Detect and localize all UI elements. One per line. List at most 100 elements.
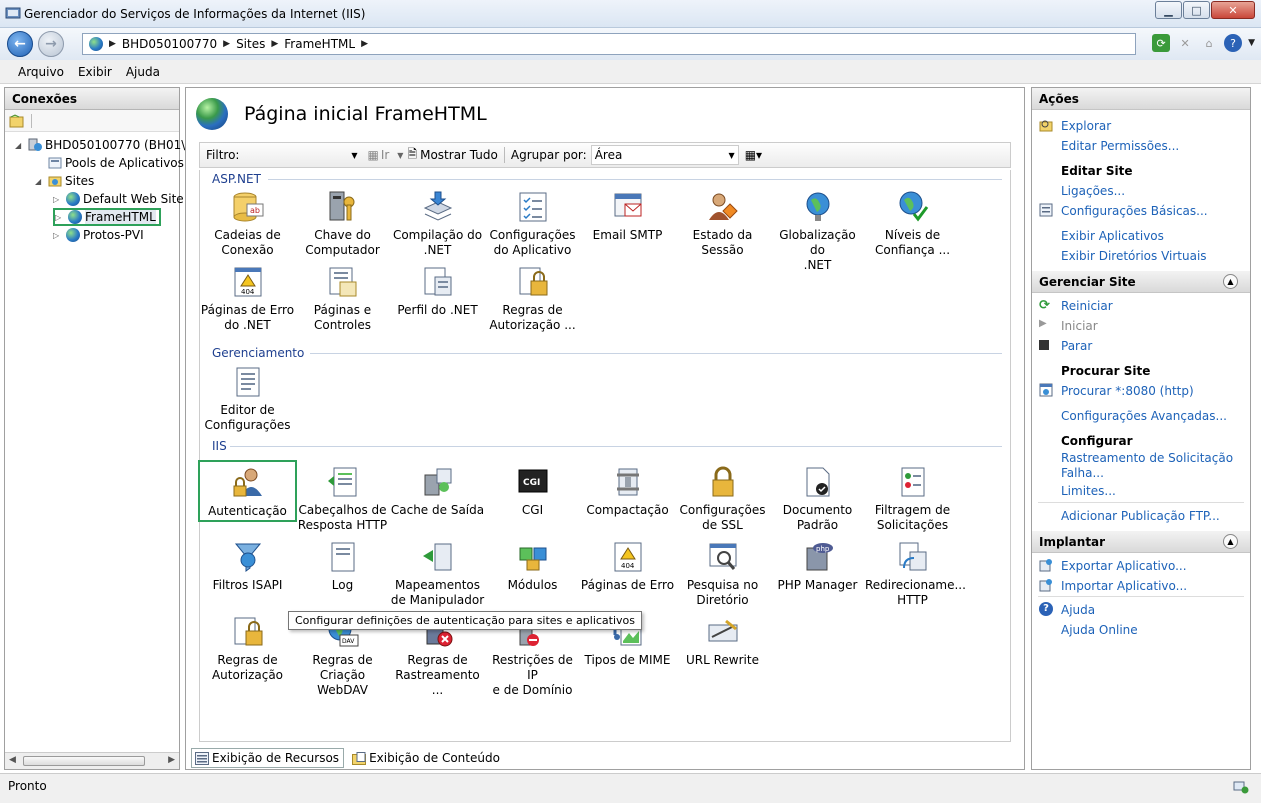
feature-output-caching[interactable]: Cache de Saída [390,465,485,518]
action-adicionar-ftp[interactable]: Adicionar Publicação FTP... [1061,509,1220,523]
tree-node-framehtml[interactable]: ▷ FrameHTML [53,208,161,226]
feature-trust-levels[interactable]: Níveis de Confiança ... [865,190,960,258]
action-procurar-8080[interactable]: Procurar *:8080 (http) [1061,384,1194,398]
view-mode-icon[interactable]: ▦▾ [745,148,762,162]
tree-node-app-pools[interactable]: Pools de Aplicativos [35,154,184,172]
go-button[interactable]: Ir [381,148,389,162]
view-tabs: Exibição de Recursos Exibição de Conteúd… [191,748,505,768]
close-button[interactable]: ✕ [1211,1,1255,19]
group-by-select[interactable]: Área ▼ [590,145,739,165]
action-explorar[interactable]: Explorar [1061,119,1111,133]
feature-session-state[interactable]: Estado da Sessão [675,190,770,258]
action-ajuda-online[interactable]: Ajuda Online [1061,623,1138,637]
breadcrumb-sites[interactable]: Sites [236,37,265,51]
go-icon[interactable]: ▦ [367,148,378,162]
action-rastreamento[interactable]: Rastreamento de Solicitação [1061,451,1233,465]
tree-node-sites[interactable]: ◢ Sites [35,172,94,190]
home-icon[interactable]: ⌂ [1200,34,1218,52]
feature-app-settings[interactable]: Configurações do Aplicativo [485,190,580,258]
collapse-icon[interactable]: ◢ [35,177,45,186]
feature-url-rewrite[interactable]: URL Rewrite [675,615,770,668]
tree-node-protos-pvi[interactable]: ▷ Protos-PVI [53,226,144,244]
feature-authentication[interactable]: Autenticação [198,460,297,522]
feature-http-redirect[interactable]: Redirecioname... HTTP [865,540,966,608]
action-iniciar[interactable]: Iniciar [1061,319,1098,333]
horizontal-scrollbar[interactable]: ◀ ▶ [5,752,179,769]
action-importar[interactable]: Importar Aplicativo... [1061,579,1187,593]
feature-error-pages[interactable]: 404 Páginas de Erro [580,540,675,593]
new-connection-icon[interactable] [9,113,25,128]
scroll-left-icon[interactable]: ◀ [9,755,16,765]
action-reiniciar[interactable]: Reiniciar [1061,299,1113,313]
feature-net-authorization-rules[interactable]: Regras de Autorização ... [485,265,580,333]
feature-smtp-email[interactable]: Email SMTP [580,190,675,243]
action-exibir-diretorios[interactable]: Exibir Diretórios Virtuais [1061,249,1207,263]
scroll-right-icon[interactable]: ▶ [168,755,175,765]
action-config-basicas[interactable]: Configurações Básicas... [1061,204,1208,218]
feature-logging[interactable]: Log [295,540,390,593]
address-bar[interactable]: ▶ BHD050100770 ▶ Sites ▶ FrameHTML ▶ [82,33,1136,55]
feature-net-globalization[interactable]: Globalização do .NET [770,190,865,273]
feature-configuration-editor[interactable]: Editor de Configurações [200,365,295,433]
action-config-avancadas[interactable]: Configurações Avançadas... [1061,409,1227,423]
feature-isapi-filters[interactable]: Filtros ISAPI [200,540,295,593]
feature-compression[interactable]: Compactação [580,465,675,518]
menu-arquivo[interactable]: Arquivo [18,65,64,79]
stop-icon[interactable]: ✕ [1176,34,1194,52]
show-all-button[interactable]: Mostrar Tudo [420,148,498,162]
tree-node-default-web-site[interactable]: ▷ Default Web Site [53,190,184,208]
dropdown-icon[interactable]: ▼ [397,151,403,160]
feature-connection-strings[interactable]: ab Cadeias de Conexão [200,190,295,258]
help-dropdown-icon[interactable]: ▼ [1248,38,1255,48]
feature-default-document[interactable]: Documento Padrão [770,465,865,533]
breadcrumb-server[interactable]: BHD050100770 [122,37,217,51]
action-editar-permissoes[interactable]: Editar Permissões... [1061,139,1179,153]
action-ligacoes[interactable]: Ligações... [1061,184,1125,198]
feature-cgi[interactable]: CGI CGI [485,465,580,518]
feature-php-manager[interactable]: php PHP Manager [770,540,865,593]
show-all-icon[interactable]: 🗎 [407,145,417,166]
action-exibir-aplicativos[interactable]: Exibir Aplicativos [1061,229,1164,243]
action-ajuda[interactable]: Ajuda [1061,603,1095,617]
scroll-thumb[interactable] [23,756,145,766]
iis-app-icon [5,7,21,19]
feature-machine-key[interactable]: Chave do Computador [295,190,390,258]
feature-net-compilation[interactable]: Compilação do .NET [390,190,485,258]
collapse-icon[interactable]: ◢ [15,141,25,150]
breadcrumb-framehtml[interactable]: FrameHTML [284,37,355,51]
action-rastreamento-cont[interactable]: Falha... [1061,466,1104,480]
feature-pages-and-controls[interactable]: Páginas e Controles [295,265,390,333]
network-status-icon [1233,781,1249,794]
expand-icon[interactable]: ▷ [53,231,63,240]
action-parar[interactable]: Parar [1061,339,1092,353]
action-exportar[interactable]: Exportar Aplicativo... [1061,559,1187,573]
menu-ajuda[interactable]: Ajuda [126,65,160,79]
key-icon [329,191,354,221]
refresh-icon[interactable]: ⟳ [1152,34,1171,52]
forward-button[interactable]: → [38,31,64,57]
action-limites[interactable]: Limites... [1061,484,1116,498]
feature-ssl-settings[interactable]: Configurações de SSL [675,465,770,533]
tree-node-server[interactable]: ◢ BHD050100770 (BH01\ale [15,136,203,154]
collapse-up-icon[interactable]: ▲ [1223,534,1238,549]
feature-net-profile[interactable]: Perfil do .NET [390,265,485,318]
filter-input[interactable]: ▼ [239,145,361,165]
expand-icon[interactable]: ▷ [53,195,63,204]
minimize-button[interactable]: ▁ [1155,1,1182,19]
feature-modules[interactable]: Módulos [485,540,580,593]
collapse-up-icon[interactable]: ▲ [1223,274,1238,289]
feature-request-filtering[interactable]: Filtragem de Solicitações [865,465,960,533]
menu-exibir[interactable]: Exibir [78,65,112,79]
feature-handler-mappings[interactable]: Mapeamentos de Manipulador [390,540,485,608]
compilation-icon [423,191,452,221]
feature-net-error-pages[interactable]: 404 Páginas de Erro do .NET [200,265,295,333]
expand-icon[interactable]: ▷ [55,213,65,222]
help-icon[interactable]: ? [1224,34,1243,52]
tab-features-view[interactable]: Exibição de Recursos [191,748,345,768]
maximize-button[interactable]: □ [1183,1,1210,19]
back-button[interactable]: ← [7,31,33,57]
feature-directory-browsing[interactable]: Pesquisa no Diretório [675,540,770,608]
feature-authorization-rules[interactable]: Regras de Autorização [200,615,295,683]
tab-content-view[interactable]: Exibição de Conteúdo [348,748,505,768]
feature-http-response-headers[interactable]: Cabeçalhos de Resposta HTTP [295,465,390,533]
